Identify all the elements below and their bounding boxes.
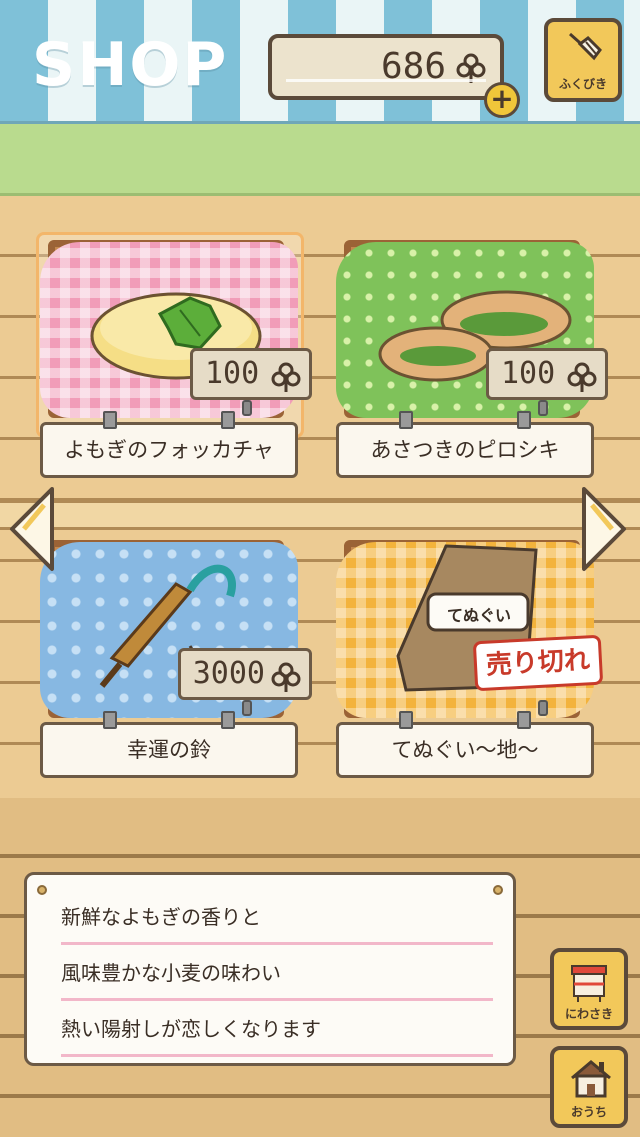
pin-icon — [37, 885, 47, 895]
shop-item-focaccia[interactable]: 100 よもぎのフォッカチャ — [36, 232, 312, 491]
shelf-divider — [0, 500, 640, 530]
clover-icon — [271, 662, 301, 692]
house-icon — [571, 1060, 611, 1098]
tenugui-icon — [396, 544, 538, 692]
item-name-plate: よもぎのフォッカチャ — [40, 411, 298, 478]
shop-item-tenugui[interactable]: てぬぐい 売り切れ てぬぐい〜地〜 — [336, 536, 604, 791]
home-button[interactable]: おうち — [550, 1046, 628, 1128]
garden-shop-icon — [571, 965, 607, 1002]
pin-icon — [493, 885, 503, 895]
description-line: 熱い陽射しが恋しくなります — [61, 1007, 493, 1057]
clover-balance: 686 — [268, 34, 504, 100]
towel-label: てぬぐい — [446, 606, 511, 625]
item-price: 3000 — [192, 656, 265, 691]
item-name-plate: 幸運の鈴 — [40, 711, 298, 778]
item-name-plate: てぬぐい〜地〜 — [336, 711, 594, 778]
price-tag: 100 — [486, 348, 608, 400]
item-price: 100 — [501, 356, 556, 391]
price-tag: 3000 — [177, 648, 312, 700]
clover-icon — [271, 362, 301, 392]
item-name-plate: あさつきのピロシキ — [336, 411, 594, 478]
lottery-bell-icon — [569, 32, 602, 61]
next-page-arrow-icon[interactable] — [580, 485, 630, 573]
shop-item-lucky-bell[interactable]: 3000 幸運の鈴 — [40, 536, 312, 791]
description-line: 風味豊かな小麦の味わい — [61, 951, 493, 1001]
garden-label: にわさき — [564, 1007, 613, 1021]
lottery-label: ふくびき — [558, 77, 607, 91]
sold-out-badge: 売り切れ — [472, 634, 604, 692]
page-title: SHOP — [32, 30, 229, 100]
tag-clip — [242, 700, 252, 716]
lottery-button[interactable]: ふくびき — [544, 18, 622, 102]
home-label: おうち — [570, 1105, 607, 1119]
shop-item-pirozhki[interactable]: 100 あさつきのピロシキ — [336, 236, 608, 491]
garden-button[interactable]: にわさき — [550, 948, 628, 1030]
item-description-board: 新鮮なよもぎの香りと 風味豊かな小麦の味わい 熱い陽射しが恋しくなります — [24, 872, 516, 1066]
previous-page-arrow-icon[interactable] — [6, 485, 56, 573]
shop-header: SHOP 686 + ふくびき — [0, 0, 640, 124]
add-clover-button[interactable]: + — [484, 82, 520, 118]
description-line: 新鮮なよもぎの香りと — [61, 895, 493, 945]
clover-icon — [567, 362, 597, 392]
grass-band — [0, 124, 640, 196]
price-tag: 100 — [190, 348, 312, 400]
item-price: 100 — [205, 356, 260, 391]
tag-clip — [538, 400, 548, 416]
coin-underline — [286, 79, 486, 82]
tag-clip — [242, 400, 252, 416]
tag-clip — [538, 700, 548, 716]
